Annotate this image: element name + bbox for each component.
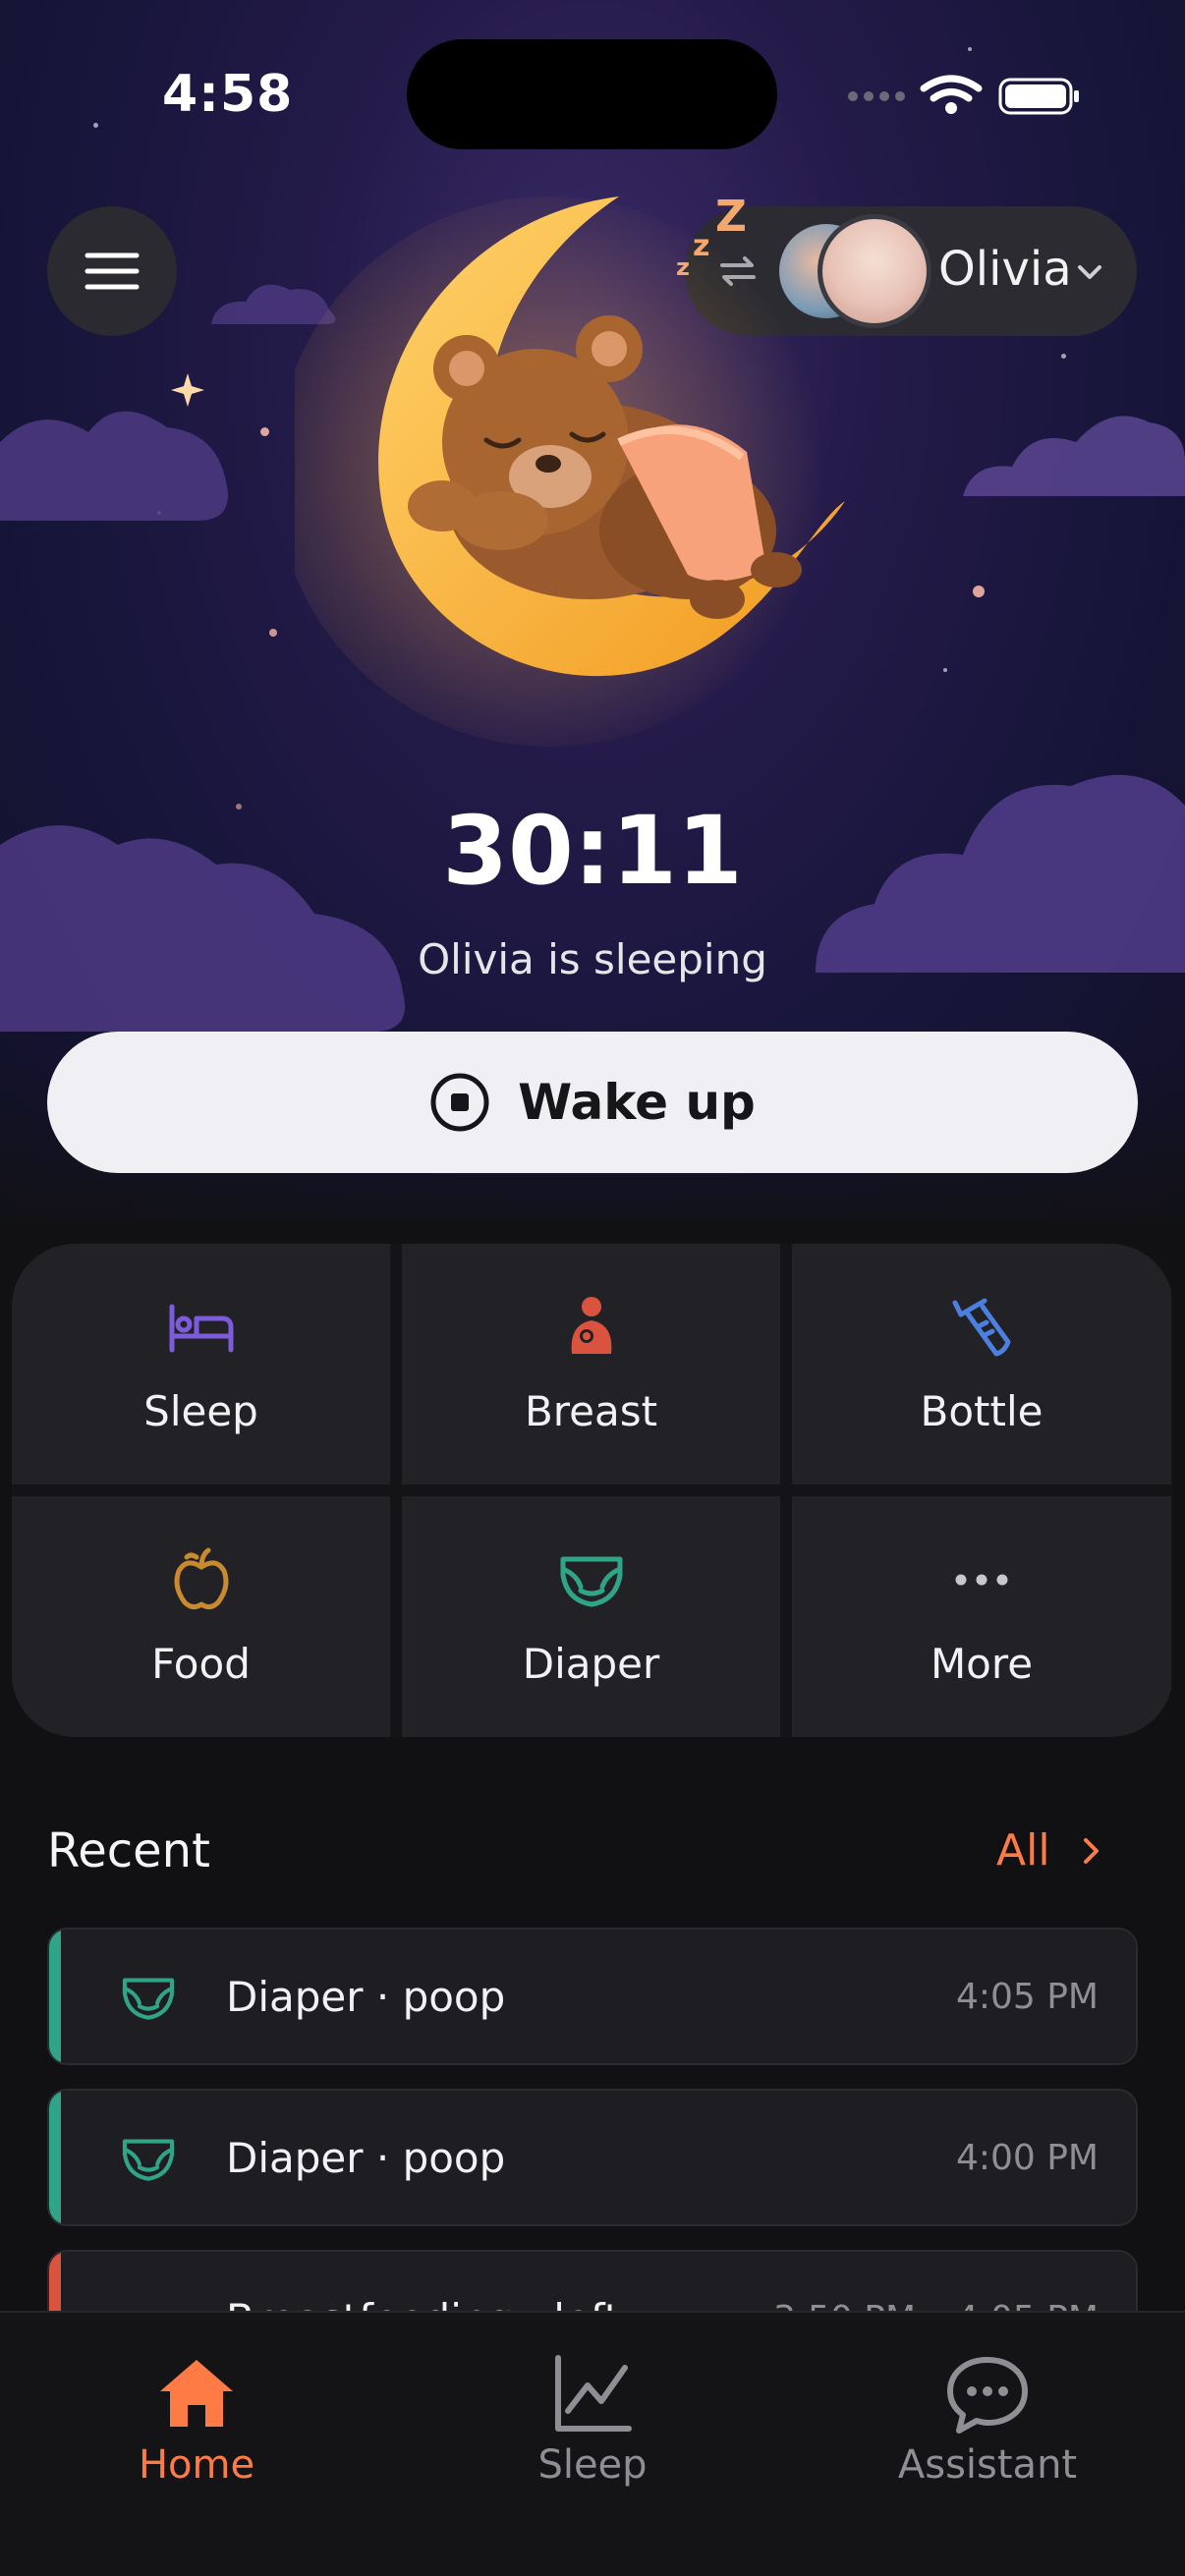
action-bottle[interactable]: Bottle <box>792 1244 1171 1484</box>
chart-icon <box>555 2355 632 2432</box>
entry-time: 4:00 PM <box>955 2138 1099 2178</box>
more-icon <box>955 1574 1008 1586</box>
breastfeeding-icon <box>571 1297 611 1354</box>
action-diaper[interactable]: Diaper <box>402 1496 780 1737</box>
tab-label: Home <box>138 2442 255 2488</box>
svg-text:z: z <box>693 229 709 263</box>
quick-actions-grid: Sleep Breast Bottle Food Diaper More <box>12 1244 1173 1737</box>
entry-label: Diaper · poop <box>226 1973 506 2021</box>
cloud-decoration <box>963 416 1185 496</box>
wifi-icon <box>920 75 983 102</box>
stop-circle-icon <box>430 1073 489 1132</box>
apple-icon <box>174 1547 228 1610</box>
sparkle-icon <box>171 373 204 407</box>
sleeping-bear-moon-illustration: Z z z <box>295 192 845 747</box>
cellular-signal-icon <box>848 91 905 101</box>
action-label: More <box>930 1640 1034 1688</box>
tab-home[interactable]: Home <box>49 2352 344 2488</box>
see-all-label: All <box>996 1825 1050 1876</box>
action-label: Food <box>151 1640 251 1688</box>
action-label: Bottle <box>920 1387 1044 1435</box>
chevron-down-icon <box>1078 265 1101 279</box>
entry-label: Diaper · poop <box>226 2134 506 2182</box>
tab-label: Sleep <box>537 2442 648 2488</box>
entry-accent-bar <box>49 2091 61 2224</box>
battery-icon <box>998 78 1079 115</box>
chevron-right-icon <box>1083 1837 1099 1864</box>
dynamic-island <box>407 39 777 149</box>
wifi-dot <box>945 102 957 114</box>
status-icons <box>848 75 1079 115</box>
bed-icon <box>169 1304 233 1353</box>
action-food[interactable]: Food <box>12 1496 390 1737</box>
menu-button[interactable] <box>47 206 177 336</box>
chat-icon <box>947 2357 1028 2434</box>
action-label: Diaper <box>522 1640 660 1688</box>
hamburger-icon <box>85 252 140 290</box>
entry-accent-bar <box>49 1930 61 2063</box>
action-more[interactable]: More <box>792 1496 1171 1737</box>
profile-name: Olivia <box>938 242 1072 297</box>
tab-bar: Home Sleep Assistant <box>0 2311 1185 2576</box>
tab-label: Assistant <box>897 2442 1078 2488</box>
wake-up-button[interactable]: Wake up <box>47 1032 1138 1173</box>
bottle-icon <box>952 1298 1011 1357</box>
diaper-icon <box>560 1556 622 1607</box>
action-breast[interactable]: Breast <box>402 1244 780 1484</box>
action-label: Sleep <box>143 1387 258 1435</box>
diaper-icon <box>122 2139 175 2181</box>
tab-sleep[interactable]: Sleep <box>445 2352 740 2488</box>
svg-text:Z: Z <box>715 192 747 242</box>
recent-heading: Recent <box>47 1823 210 1878</box>
entry-time: 4:05 PM <box>955 1977 1099 2017</box>
tab-assistant[interactable]: Assistant <box>840 2352 1135 2488</box>
svg-text:z: z <box>676 253 690 281</box>
action-sleep[interactable]: Sleep <box>12 1244 390 1484</box>
wake-up-label: Wake up <box>518 1074 756 1131</box>
status-time: 4:58 <box>162 65 294 124</box>
recent-entry[interactable]: Diaper · poop 4:00 PM <box>47 2089 1138 2226</box>
home-icon <box>160 2360 233 2427</box>
sleep-timer: 30:11 <box>442 796 743 906</box>
action-label: Breast <box>524 1387 658 1435</box>
sleep-status-text: Olivia is sleeping <box>418 935 767 983</box>
recent-entry[interactable]: Diaper · poop 4:05 PM <box>47 1928 1138 2065</box>
see-all-link[interactable]: All <box>996 1825 1107 1876</box>
diaper-icon <box>122 1978 175 2020</box>
